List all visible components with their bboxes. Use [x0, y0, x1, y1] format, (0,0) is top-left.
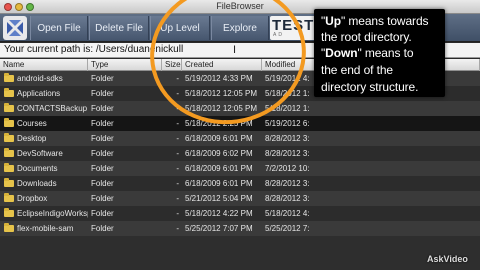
folder-icon — [4, 88, 14, 97]
row-size: - — [176, 164, 179, 173]
table-row[interactable]: DevSoftware Folder - 6/18/2009 6:02 PM 8… — [0, 146, 480, 161]
row-created: 6/18/2009 6:02 PM — [185, 149, 253, 158]
filebrowser-window: FileBrowser Open File Delete File Up Lev… — [0, 0, 480, 270]
table-row[interactable]: Documents Folder - 6/18/2009 6:01 PM 7/2… — [0, 161, 480, 176]
row-type: Folder — [91, 179, 114, 188]
row-name: Downloads — [17, 179, 57, 188]
row-created: 5/18/2012 4:22 PM — [185, 209, 253, 218]
row-modified: 8/28/2012 3: — [265, 149, 310, 158]
row-created: 6/18/2009 6:01 PM — [185, 164, 253, 173]
table-row[interactable]: Downloads Folder - 6/18/2009 6:01 PM 8/2… — [0, 176, 480, 191]
folder-icon — [4, 118, 14, 127]
annotation-line-5: directory structure. — [321, 80, 419, 94]
table-row[interactable]: Desktop Folder - 6/18/2009 6:01 PM 8/28/… — [0, 131, 480, 146]
folder-icon — [4, 133, 14, 142]
row-size: - — [176, 134, 179, 143]
row-size: - — [176, 179, 179, 188]
row-modified: 8/28/2012 3: — [265, 194, 310, 203]
row-type: Folder — [91, 164, 114, 173]
row-name: Applications — [17, 89, 61, 98]
row-name: android-sdks — [17, 74, 63, 83]
row-type: Folder — [91, 224, 114, 233]
row-name: Documents — [17, 164, 58, 173]
row-modified: 5/25/2012 7: — [265, 224, 310, 233]
row-size: - — [176, 119, 179, 128]
row-name: EclipseIndigoWorkspace — [17, 209, 88, 218]
row-name: CONTACTSBackup — [17, 104, 88, 113]
row-name: flex-mobile-sam — [17, 224, 74, 233]
row-modified: 8/28/2012 3: — [265, 134, 310, 143]
folder-icon — [4, 193, 14, 202]
annotation-line-3: " means to — [357, 46, 414, 60]
folder-icon — [4, 148, 14, 157]
row-name: Dropbox — [17, 194, 48, 203]
annotation-down-word: Down — [325, 46, 358, 60]
app-logo-icon — [3, 16, 27, 40]
row-size: - — [176, 149, 179, 158]
row-name: DevSoftware — [17, 149, 63, 158]
row-created: 5/21/2012 5:04 PM — [185, 194, 253, 203]
row-type: Folder — [91, 194, 114, 203]
table-row[interactable]: flex-mobile-sam Folder - 5/25/2012 7:07 … — [0, 221, 480, 236]
annotation-callout: "Up" means towards the root directory. "… — [314, 9, 445, 97]
row-created: 6/18/2009 6:01 PM — [185, 134, 253, 143]
row-name: Courses — [17, 119, 47, 128]
annotation-up-word: Up — [325, 14, 341, 28]
row-size: - — [176, 224, 179, 233]
row-type: Folder — [91, 89, 114, 98]
row-created: 5/25/2012 7:07 PM — [185, 224, 253, 233]
delete-file-button[interactable]: Delete File — [89, 16, 149, 40]
watermark-logo: AskVideo — [427, 254, 468, 264]
folder-icon — [4, 163, 14, 172]
annotation-line-1: " means towards — [340, 14, 429, 28]
folder-icon — [4, 73, 14, 82]
row-type: Folder — [91, 74, 114, 83]
annotation-line-2: the root directory. — [321, 30, 412, 44]
folder-icon — [4, 103, 14, 112]
row-modified: 5/19/2012 6: — [265, 119, 310, 128]
row-type: Folder — [91, 209, 114, 218]
folder-icon — [4, 178, 14, 187]
row-created: 6/18/2009 6:01 PM — [185, 179, 253, 188]
row-name: Desktop — [17, 134, 47, 143]
row-modified: 7/2/2012 10: — [265, 164, 310, 173]
row-modified: 8/28/2012 3: — [265, 179, 310, 188]
annotation-line-4: the end of the — [321, 63, 393, 77]
row-type: Folder — [91, 119, 114, 128]
folder-icon — [4, 223, 14, 232]
row-type: Folder — [91, 104, 114, 113]
row-type: Folder — [91, 134, 114, 143]
row-modified: 5/18/2012 4: — [265, 209, 310, 218]
column-header-name[interactable]: Name — [0, 59, 88, 71]
row-size: - — [176, 194, 179, 203]
open-file-button[interactable]: Open File — [30, 16, 88, 40]
row-size: - — [176, 209, 179, 218]
table-row[interactable]: Dropbox Folder - 5/21/2012 5:04 PM 8/28/… — [0, 191, 480, 206]
folder-icon — [4, 208, 14, 217]
table-row[interactable]: EclipseIndigoWorkspace Folder - 5/18/201… — [0, 206, 480, 221]
row-type: Folder — [91, 149, 114, 158]
